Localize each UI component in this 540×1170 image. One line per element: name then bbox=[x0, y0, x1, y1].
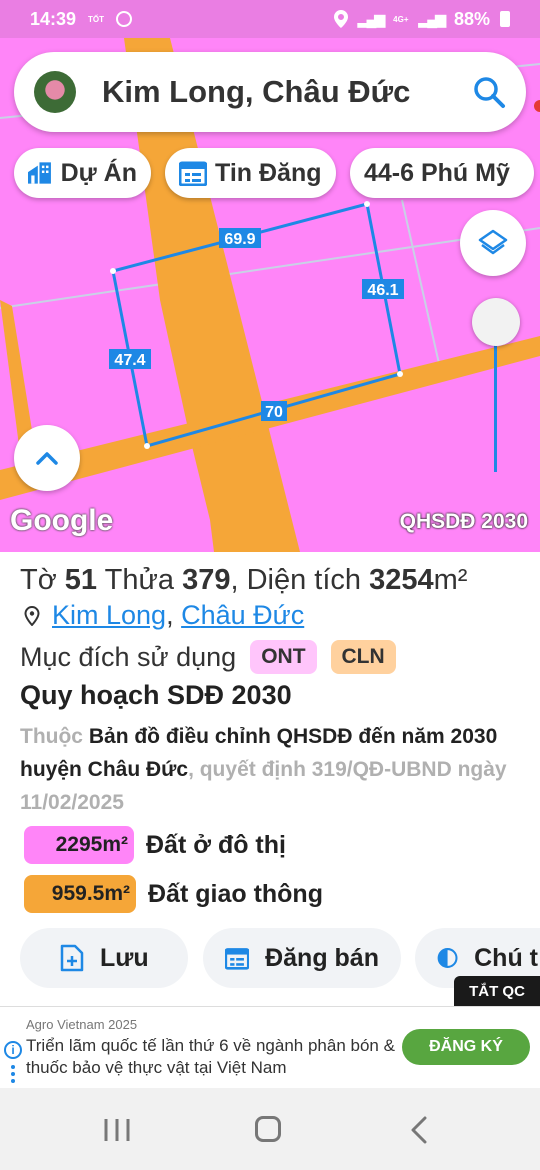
parcel-summary: Tờ 51 Thửa 379, Diện tích 3254m² bbox=[20, 564, 468, 596]
post-for-sale-button[interactable]: Đăng bán bbox=[203, 928, 401, 988]
zone-label: Đất giao thông bbox=[148, 879, 323, 908]
parcel-info-sheet: Tờ 51 Thửa 379, Diện tích 3254m² Kim Lon… bbox=[0, 552, 540, 1006]
layer-caption: QHSDĐ 2030 bbox=[399, 510, 528, 533]
expand-button[interactable] bbox=[14, 425, 80, 491]
close-ad-button[interactable]: TẮT QC bbox=[454, 976, 540, 1006]
purpose-tag-cln[interactable]: CLN bbox=[330, 640, 396, 674]
layers-button[interactable] bbox=[460, 210, 526, 276]
search-icon[interactable] bbox=[472, 75, 506, 109]
parcel-number: 379 bbox=[182, 564, 231, 596]
chip-label: Dự Án bbox=[60, 158, 137, 187]
avatar[interactable] bbox=[34, 71, 76, 113]
map-marker bbox=[534, 100, 540, 112]
parcel-location: Kim Long, Châu Đức bbox=[24, 600, 304, 631]
zone-area: 959.5m² bbox=[24, 875, 136, 913]
building-icon bbox=[28, 162, 51, 184]
status-bar: 14:39 TỐT ▂▄▆ 4G+ ▂▄▆ 88% bbox=[0, 0, 540, 38]
chip-tin-dang[interactable]: Tin Đăng bbox=[165, 148, 336, 198]
sheet-number: 51 bbox=[64, 564, 98, 596]
contrast-icon bbox=[437, 948, 458, 968]
land-purpose: Mục đích sử dụng ONT CLN bbox=[20, 640, 396, 674]
ad-text[interactable]: Triển lãm quốc tế lần thứ 6 về ngành phâ… bbox=[26, 1035, 406, 1079]
action-label: Đăng bán bbox=[265, 943, 379, 972]
layers-icon bbox=[478, 229, 508, 255]
plan-heading: Quy hoạch SDĐ 2030 bbox=[20, 680, 292, 710]
sheet-label: Tờ bbox=[20, 564, 57, 596]
search-query[interactable]: Kim Long, Châu Đức bbox=[102, 74, 472, 110]
file-plus-icon bbox=[60, 944, 84, 972]
chip-label: Tin Đăng bbox=[215, 158, 322, 187]
desc-prefix: Thuộc bbox=[20, 725, 83, 748]
area-label: Diện tích bbox=[246, 564, 362, 596]
zone-row-residential: 2295m² Đất ở đô thị bbox=[24, 826, 286, 864]
zone-row-transport: 959.5m² Đất giao thông bbox=[24, 875, 323, 913]
zone-label: Đất ở đô thị bbox=[146, 830, 286, 859]
action-label: Lưu bbox=[100, 943, 149, 972]
network-type: 4G+ bbox=[393, 14, 409, 24]
opacity-slider-thumb[interactable] bbox=[472, 298, 520, 346]
calendar-icon bbox=[225, 948, 250, 970]
edge-label-top: 69.9 bbox=[224, 231, 255, 248]
search-bar[interactable]: Kim Long, Châu Đức bbox=[14, 52, 526, 132]
battery-percent: 88% bbox=[453, 8, 490, 29]
ad-info-icon[interactable]: i bbox=[4, 1041, 22, 1059]
plan-description: Thuộc Bản đồ điều chỉnh QHSDĐ đến năm 20… bbox=[20, 720, 510, 819]
ad-banner[interactable]: i Agro Vietnam 2025 Triển lãm quốc tế lầ… bbox=[0, 1006, 540, 1088]
zone-area: 2295m² bbox=[24, 826, 134, 864]
chip-du-an[interactable]: Dự Án bbox=[14, 148, 151, 198]
carrier-logo: TỐT bbox=[88, 14, 105, 24]
chevron-up-icon bbox=[36, 452, 58, 465]
area-value: 3254 bbox=[369, 564, 434, 596]
save-button[interactable]: Lưu bbox=[20, 928, 188, 988]
location-separator: , bbox=[166, 600, 174, 630]
purpose-label: Mục đích sử dụng bbox=[20, 641, 237, 672]
area-unit: m² bbox=[433, 564, 468, 596]
signal-icon-2: ▂▄▆ bbox=[418, 10, 446, 27]
edge-label-bottom: 70 bbox=[265, 404, 283, 421]
home-icon[interactable] bbox=[255, 1116, 281, 1142]
edge-label-right: 46.1 bbox=[367, 282, 398, 299]
battery-icon bbox=[500, 11, 510, 27]
location-icon bbox=[333, 10, 348, 28]
chip-label: 44-6 Phú Mỹ bbox=[364, 158, 510, 187]
recent-apps-icon[interactable] bbox=[103, 1118, 131, 1142]
calendar-icon bbox=[179, 161, 207, 186]
parcel-label: Thửa bbox=[104, 564, 174, 596]
ad-menu-icon[interactable] bbox=[11, 1065, 15, 1086]
ad-brand: Agro Vietnam 2025 bbox=[26, 1017, 138, 1032]
ad-cta-button[interactable]: ĐĂNG KÝ bbox=[402, 1029, 530, 1065]
system-nav-bar bbox=[0, 1088, 540, 1170]
signal-icon: ▂▄▆ bbox=[357, 10, 385, 27]
action-label: Chú t bbox=[474, 943, 538, 972]
edge-label-left: 47.4 bbox=[114, 352, 145, 369]
status-time: 14:39 bbox=[30, 8, 77, 29]
app-notification-icon bbox=[116, 11, 133, 27]
purpose-tag-ont[interactable]: ONT bbox=[250, 640, 317, 674]
location-commune-link[interactable]: Kim Long bbox=[52, 600, 166, 631]
location-pin-icon bbox=[24, 605, 40, 626]
back-icon[interactable] bbox=[410, 1116, 428, 1144]
location-district-link[interactable]: Châu Đức bbox=[181, 600, 304, 631]
google-logo: Google bbox=[10, 504, 114, 537]
chip-khu-vuc[interactable]: 44-6 Phú Mỹ bbox=[350, 148, 534, 198]
